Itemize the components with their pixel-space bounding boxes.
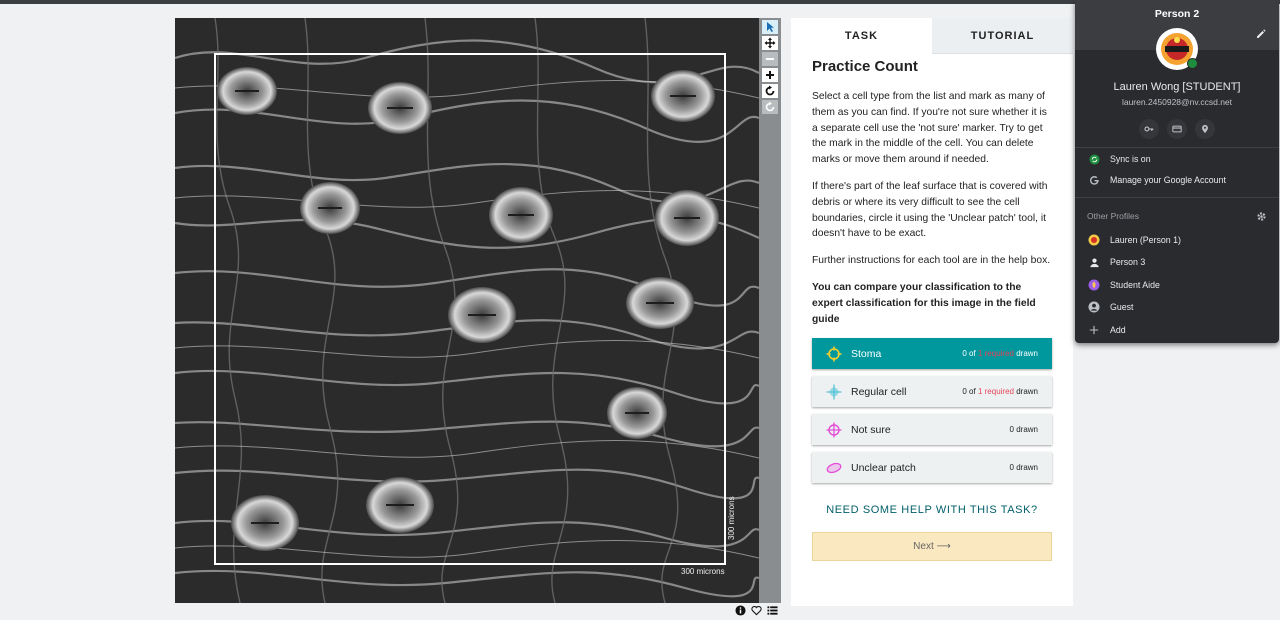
instructions-paragraph-3: Further instructions for each tool are i… [812,255,1051,267]
task-panel: TASK TUTORIAL Practice Count Select a ce… [791,18,1073,606]
profile-menu: Person 2 Lauren Wong [STUDENT] lauren.24… [1075,0,1279,343]
task-title: Practice Count [812,58,918,75]
google-icon [1087,173,1101,187]
profile-item-label: Lauren (Person 1) [1110,235,1181,245]
profile-item-lauren[interactable]: Lauren (Person 1) [1075,230,1279,250]
instructions-paragraph-2: If there's part of the leaf surface that… [812,180,1048,240]
sync-label: Sync is on [1110,154,1151,164]
manage-account-row[interactable]: Manage your Google Account [1075,170,1279,190]
guest-icon [1087,300,1101,314]
divider [1075,197,1279,198]
profile-item-guest[interactable]: Guest [1075,297,1279,317]
tool-option-not-sure[interactable]: Not sure 0 drawn [812,414,1052,446]
crosshair-icon [826,346,842,362]
reset-button[interactable] [762,100,778,114]
profile-item-label: Student Aide [1110,280,1160,290]
instructions-paragraph-1: Select a cell type from the list and mar… [812,91,1047,166]
manage-label: Manage your Google Account [1110,175,1226,185]
rotate-icon [765,85,775,96]
task-tabs: TASK TUTORIAL [791,18,1073,54]
other-profiles-heading: Other Profiles [1087,211,1139,221]
tool-option-regular-cell[interactable]: Regular cell 0 of 1 required drawn [812,376,1052,408]
leaf-microscope-image[interactable]: 300 microns 300 microns [175,18,759,603]
crosshair-icon [826,384,842,400]
info-icon[interactable] [735,604,746,616]
heart-icon[interactable] [751,605,762,616]
profile-quick-actions [1075,119,1279,139]
sync-status-row[interactable]: Sync is on [1075,149,1279,169]
divider [1075,147,1279,148]
avatar-icon [1087,233,1101,247]
profile-item-label: Add [1110,325,1126,335]
plus-icon [1087,323,1101,337]
profile-user-name: Lauren Wong [STUDENT] [1113,81,1241,93]
tool-label: Unclear patch [851,461,916,474]
person-icon [1087,255,1101,269]
viewer-toolbar [759,18,781,603]
ellipse-icon [826,460,842,476]
collection-list-icon[interactable] [767,605,778,616]
sync-icon [1087,152,1101,166]
next-button[interactable]: Next ⟶ [812,532,1052,562]
crosshair-icon [826,422,842,438]
gear-icon[interactable] [1256,211,1267,222]
pointer-icon [767,22,774,32]
sync-badge [1187,58,1198,69]
profile-title: Person 2 [1154,8,1200,20]
location-icon[interactable] [1195,119,1215,139]
zoom-in-button[interactable] [762,68,778,82]
zoom-out-button[interactable] [762,52,778,66]
field-guide-note: You can compare your classification to t… [812,281,1036,325]
tool-count: 0 drawn [1009,425,1038,435]
profile-item-student-aide[interactable]: Student Aide [1075,275,1279,295]
tool-option-stoma[interactable]: Stoma 0 of 1 required drawn [812,338,1052,370]
reset-icon [765,101,775,112]
profile-item-person-3[interactable]: Person 3 [1075,252,1279,272]
profile-email: lauren.2450928@nv.ccsd.net [1121,97,1233,107]
key-icon[interactable] [1139,119,1159,139]
pointer-tool-button[interactable] [762,20,778,34]
tool-count: 0 of 1 required drawn [962,387,1038,397]
add-profile-row[interactable]: Add [1075,320,1279,340]
subject-viewer: 300 microns 300 microns [175,18,781,603]
profile-item-label: Guest [1110,302,1134,312]
subject-actions [735,603,778,617]
tab-task[interactable]: TASK [791,18,932,54]
zoom-out-icon [766,58,774,60]
move-icon [764,37,776,49]
scale-bar-horizontal: 300 microns [681,567,725,576]
tool-label: Regular cell [851,385,907,398]
tool-count: 0 drawn [1009,463,1038,473]
profile-item-label: Person 3 [1110,257,1146,267]
credit-card-icon[interactable] [1167,119,1187,139]
help-link[interactable]: NEED SOME HELP WITH THIS TASK? [812,504,1052,516]
edit-icon[interactable] [1255,28,1267,40]
zoom-in-icon [766,71,774,79]
tool-count: 0 of 1 required drawn [962,349,1038,359]
tool-option-unclear-patch[interactable]: Unclear patch 0 drawn [812,452,1052,484]
move-tool-button[interactable] [762,36,778,50]
tool-label: Stoma [851,347,882,360]
tab-tutorial[interactable]: TUTORIAL [932,18,1073,54]
rotate-button[interactable] [762,84,778,98]
scale-bar-vertical: 300 microns [727,496,736,540]
avatar-icon [1087,278,1101,292]
tool-label: Not sure [851,423,891,436]
